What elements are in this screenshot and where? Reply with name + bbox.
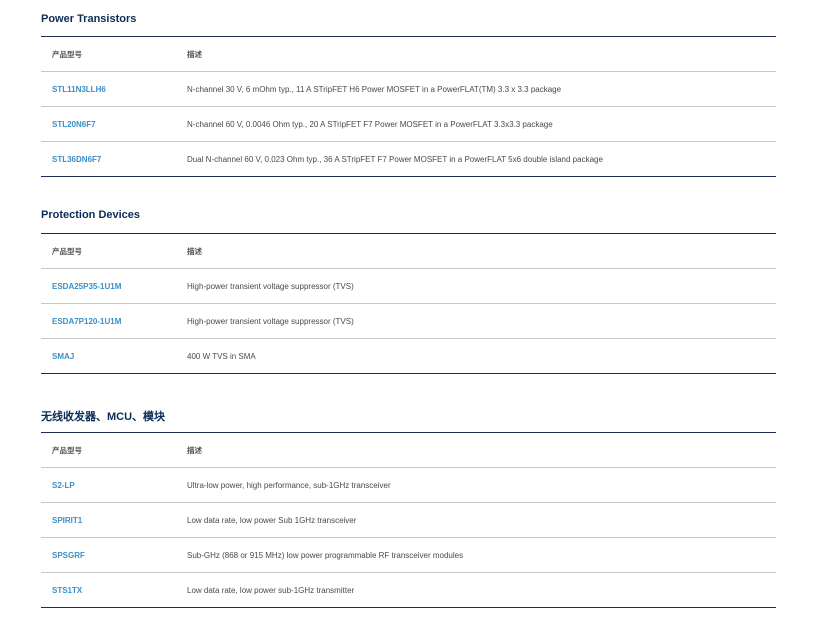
column-header-desc: 描述 <box>187 49 202 59</box>
part-description: Dual N-channel 60 V, 0.023 Ohm typ., 36 … <box>187 154 603 164</box>
part-description: High-power transient voltage suppressor … <box>187 281 354 291</box>
section-title: 无线收发器、MCU、模块 <box>41 411 166 423</box>
part-link[interactable]: ESDA7P120-1U1M <box>52 317 121 326</box>
product-table: 产品型号 描述 STL11N3LLH6 N-channel 30 V, 6 mO… <box>41 36 776 177</box>
part-link[interactable]: SPSGRF <box>52 551 85 560</box>
part-description: 400 W TVS in SMA <box>187 351 256 361</box>
column-header-part: 产品型号 <box>52 445 82 455</box>
table-row: STS1TX Low data rate, low power sub-1GHz… <box>41 573 776 608</box>
part-link[interactable]: STS1TX <box>52 586 82 595</box>
section-title: Power Transistors <box>41 13 137 25</box>
part-link[interactable]: S2-LP <box>52 481 75 490</box>
part-description: Low data rate, low power Sub 1GHz transc… <box>187 515 357 525</box>
table-row: SPSGRF Sub-GHz (868 or 915 MHz) low powe… <box>41 538 776 573</box>
table-header-row: 产品型号 描述 <box>41 433 776 468</box>
table-row: S2-LP Ultra-low power, high performance,… <box>41 468 776 503</box>
part-description: Ultra-low power, high performance, sub-1… <box>187 480 391 490</box>
part-description: High-power transient voltage suppressor … <box>187 316 354 326</box>
part-link[interactable]: STL20N6F7 <box>52 120 96 129</box>
table-header-row: 产品型号 描述 <box>41 37 776 72</box>
part-description: Low data rate, low power sub-1GHz transm… <box>187 585 355 595</box>
table-row: ESDA25P35-1U1M High-power transient volt… <box>41 269 776 304</box>
product-table: 产品型号 描述 ESDA25P35-1U1M High-power transi… <box>41 233 776 374</box>
table-header-row: 产品型号 描述 <box>41 234 776 269</box>
part-link[interactable]: SPIRIT1 <box>52 516 82 525</box>
table-row: SMAJ 400 W TVS in SMA <box>41 339 776 374</box>
table-row: STL20N6F7 N-channel 60 V, 0.0046 Ohm typ… <box>41 107 776 142</box>
part-link[interactable]: STL11N3LLH6 <box>52 85 106 94</box>
part-link[interactable]: ESDA25P35-1U1M <box>52 282 121 291</box>
part-description: N-channel 30 V, 6 mOhm typ., 11 A STripF… <box>187 84 562 94</box>
table-row: STL36DN6F7 Dual N-channel 60 V, 0.023 Oh… <box>41 142 776 177</box>
table-row: SPIRIT1 Low data rate, low power Sub 1GH… <box>41 503 776 538</box>
part-link[interactable]: SMAJ <box>52 352 74 361</box>
column-header-part: 产品型号 <box>52 246 82 256</box>
part-description: N-channel 60 V, 0.0046 Ohm typ., 20 A ST… <box>187 119 553 129</box>
product-table: 产品型号 描述 S2-LP Ultra-low power, high perf… <box>41 432 776 608</box>
table-row: ESDA7P120-1U1M High-power transient volt… <box>41 304 776 339</box>
column-header-part: 产品型号 <box>52 49 82 59</box>
part-description: Sub-GHz (868 or 915 MHz) low power progr… <box>187 550 464 560</box>
section-title: Protection Devices <box>41 209 141 221</box>
table-row: STL11N3LLH6 N-channel 30 V, 6 mOhm typ.,… <box>41 72 776 107</box>
column-header-desc: 描述 <box>187 445 202 455</box>
column-header-desc: 描述 <box>187 246 202 256</box>
part-link[interactable]: STL36DN6F7 <box>52 155 101 164</box>
